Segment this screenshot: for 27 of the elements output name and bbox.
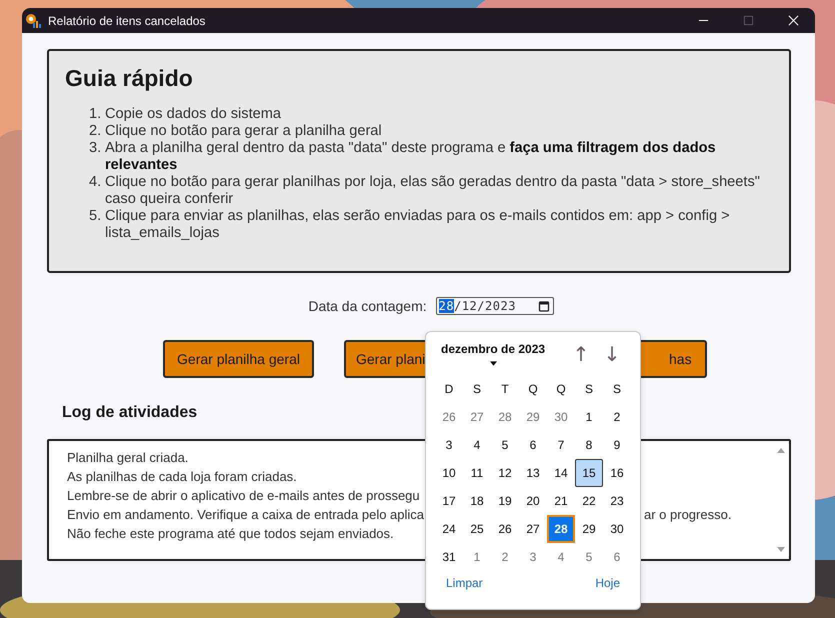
guide-step: Clique no botão para gerar a planilha geral <box>105 123 382 140</box>
date-label: Data da contagem: <box>308 298 427 314</box>
weekday-label: S <box>584 381 594 398</box>
log-line: Não feche este programa até que todos sejam enviados. <box>67 526 394 541</box>
weekday-label: Q <box>555 381 567 398</box>
log-line: Envio em andamento. Verifique a caixa de entrada pelo aplica <box>67 507 424 522</box>
window-title: Relatório de itens cancelados <box>48 14 206 28</box>
weekday-label: T <box>500 381 510 398</box>
weekday-label: D <box>444 381 454 398</box>
guide-step: Copie os dados do sistema <box>105 106 282 123</box>
log-title: Log de atividades <box>62 404 198 422</box>
step-number: 5. <box>89 208 102 226</box>
log-line: ar o progresso. <box>644 506 732 524</box>
weekday-label: S <box>612 381 622 398</box>
step-number: 3. <box>89 140 102 158</box>
log-line: As planilhas de cada loja foram criadas. <box>67 469 297 484</box>
step-number: 1. <box>89 106 102 123</box>
log-line: Lembre-se de abrir o aplicativo de e-mails antes de prossegu <box>67 488 420 503</box>
guide-step: Clique no botão para gerar planilhas por loja, elas são geradas dentro da pasta "data > store_sheets" caso queira conferir <box>105 174 773 208</box>
guide-title: Guia rápido <box>65 65 194 92</box>
log-line: Planilha geral criada. <box>67 450 188 465</box>
step-number: 2. <box>89 123 102 140</box>
weekday-label: S <box>472 381 482 398</box>
guide-step: Abra a planilha geral dentro da pasta "data" deste programa e faça uma filtragem dos dados relevantes <box>105 140 773 174</box>
weekday-label: Q <box>527 381 539 398</box>
guide-step: Clique para enviar as planilhas, elas serão enviadas para os e-mails contidos em: app > config > lista_emails_lojas <box>105 208 773 242</box>
step-number: 4. <box>89 174 102 192</box>
